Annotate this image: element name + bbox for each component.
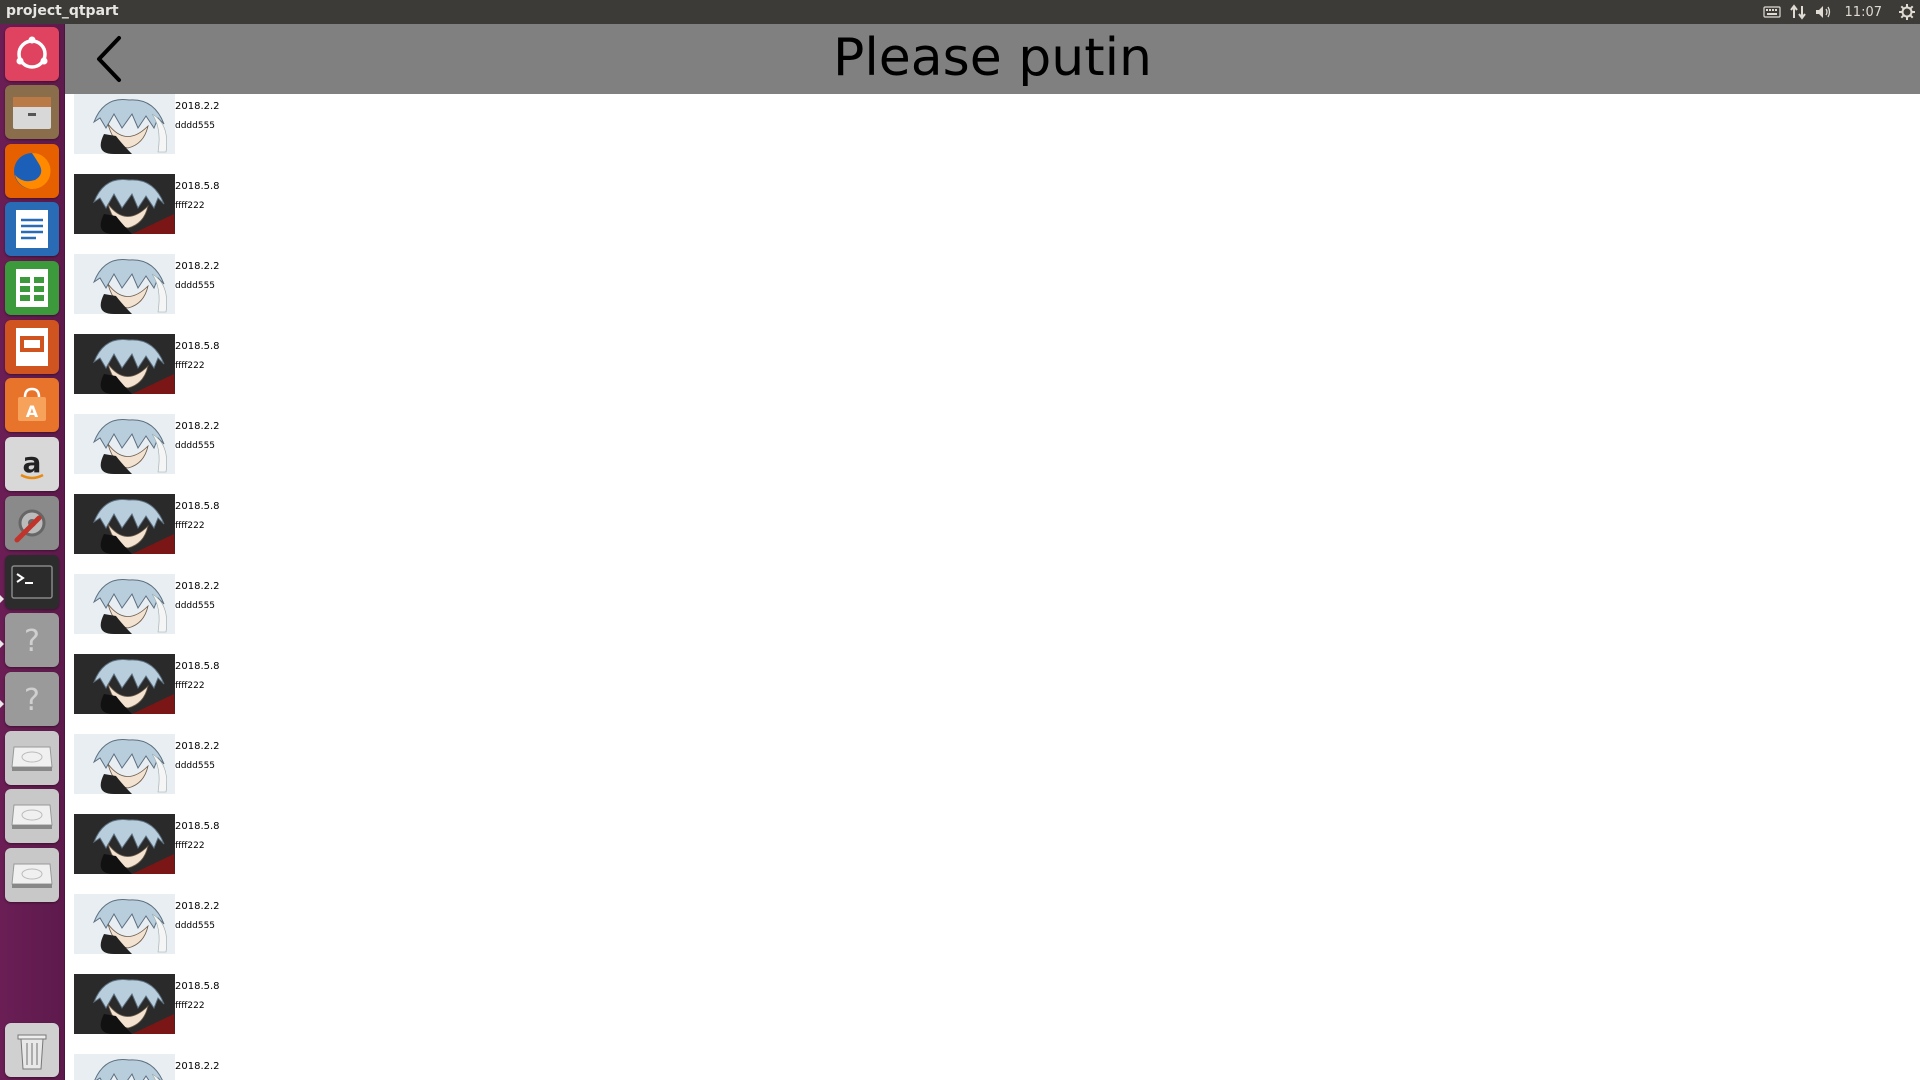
item-date: 2018.5.8 [175, 981, 220, 992]
item-text: dddd555 [175, 441, 216, 451]
item-text: ffff222 [175, 521, 205, 531]
item-date: 2018.2.2 [175, 581, 220, 592]
terminal-icon[interactable] [5, 555, 59, 609]
list-item[interactable]: 2018.5.8 ffff222 [74, 814, 1074, 894]
item-text: ffff222 [175, 201, 205, 211]
drive-icon[interactable] [5, 789, 59, 843]
drive-icon[interactable] [5, 848, 59, 902]
item-text: ffff222 [175, 681, 205, 691]
svg-text:?: ? [24, 624, 40, 659]
gear-icon[interactable] [1894, 0, 1920, 24]
files-icon[interactable] [5, 85, 59, 139]
list-item[interactable]: 2018.5.8 ffff222 [74, 654, 1074, 734]
trash-icon[interactable] [5, 1023, 59, 1077]
top-panel: project_qtpart 11:07 [0, 0, 1920, 24]
item-date: 2018.2.2 [175, 421, 220, 432]
system-settings-icon[interactable] [5, 496, 59, 550]
thumbnail-image [74, 494, 175, 554]
unknown-app-pip [0, 700, 4, 708]
item-text: ffff222 [175, 1001, 205, 1011]
item-text: dddd555 [175, 761, 216, 771]
amazon-icon[interactable]: a [5, 437, 59, 491]
item-text: dddd555 [175, 601, 216, 611]
item-list[interactable]: 2018.2.2 dddd555 2018.5.8 ffff222 2018.2.2 dd… [74, 94, 1920, 1080]
thumbnail-image [74, 1054, 175, 1080]
launcher: Aa?? [0, 24, 65, 1080]
list-item[interactable]: 2018.5.8 ffff222 [74, 974, 1074, 1054]
list-item[interactable]: 2018.5.8 ffff222 [74, 174, 1074, 254]
thumbnail-image [74, 414, 175, 474]
unknown-app-pip [0, 640, 4, 648]
firefox-icon[interactable] [5, 144, 59, 198]
list-item[interactable]: 2018.2.2 dddd555 [74, 894, 1074, 974]
clock[interactable]: 11:07 [1837, 5, 1894, 20]
thumbnail-image [74, 654, 175, 714]
item-text: dddd555 [175, 121, 216, 131]
thumbnail-image [74, 574, 175, 634]
software-center-icon[interactable]: A [5, 378, 59, 432]
app-title: project_qtpart [6, 3, 119, 19]
thumbnail-image [74, 974, 175, 1034]
list-item[interactable]: 2018.5.8 ffff222 [74, 334, 1074, 414]
thumbnail-image [74, 814, 175, 874]
thumbnail-image [74, 254, 175, 314]
list-item[interactable]: 2018.2.2 dddd555 [74, 254, 1074, 334]
thumbnail-image [74, 894, 175, 954]
item-date: 2018.2.2 [175, 741, 220, 752]
thumbnail-image [74, 174, 175, 234]
item-text: ffff222 [175, 361, 205, 371]
item-date: 2018.5.8 [175, 661, 220, 672]
keyboard-icon[interactable] [1759, 0, 1785, 24]
item-date: 2018.2.2 [175, 1061, 220, 1072]
header-bar: Please putin [65, 24, 1920, 94]
impress-icon[interactable] [5, 320, 59, 374]
list-item[interactable]: 2018.5.8 ffff222 [74, 494, 1074, 574]
item-text: dddd555 [175, 921, 216, 931]
thumbnail-image [74, 334, 175, 394]
list-item[interactable]: 2018.2.2 dddd555 [74, 94, 1074, 174]
unknown-app-icon[interactable]: ? [5, 613, 59, 667]
terminal-pip [0, 595, 4, 603]
page-title: Please putin [832, 28, 1153, 88]
item-text: ffff222 [175, 841, 205, 851]
svg-text:a: a [23, 446, 42, 479]
list-item[interactable]: 2018.2.2 dddd555 [74, 414, 1074, 494]
thumbnail-image [74, 734, 175, 794]
item-date: 2018.5.8 [175, 181, 220, 192]
item-date: 2018.5.8 [175, 501, 220, 512]
thumbnail-image [74, 94, 175, 154]
svg-text:?: ? [24, 683, 40, 718]
calc-icon[interactable] [5, 261, 59, 315]
volume-icon[interactable] [1811, 0, 1837, 24]
writer-icon[interactable] [5, 202, 59, 256]
item-date: 2018.2.2 [175, 261, 220, 272]
item-date: 2018.2.2 [175, 901, 220, 912]
item-date: 2018.2.2 [175, 101, 220, 112]
list-item[interactable]: 2018.2.2 dddd555 [74, 734, 1074, 814]
svg-text:A: A [26, 402, 39, 421]
unknown-app-icon[interactable]: ? [5, 672, 59, 726]
item-date: 2018.5.8 [175, 821, 220, 832]
list-item[interactable]: 2018.2.2 [74, 1054, 1074, 1080]
system-tray: 11:07 [1759, 0, 1920, 24]
item-date: 2018.5.8 [175, 341, 220, 352]
list-item[interactable]: 2018.2.2 dddd555 [74, 574, 1074, 654]
item-text: dddd555 [175, 281, 216, 291]
drive-icon[interactable] [5, 731, 59, 785]
ubuntu-dash-icon[interactable] [5, 27, 59, 81]
network-icon[interactable] [1785, 0, 1811, 24]
